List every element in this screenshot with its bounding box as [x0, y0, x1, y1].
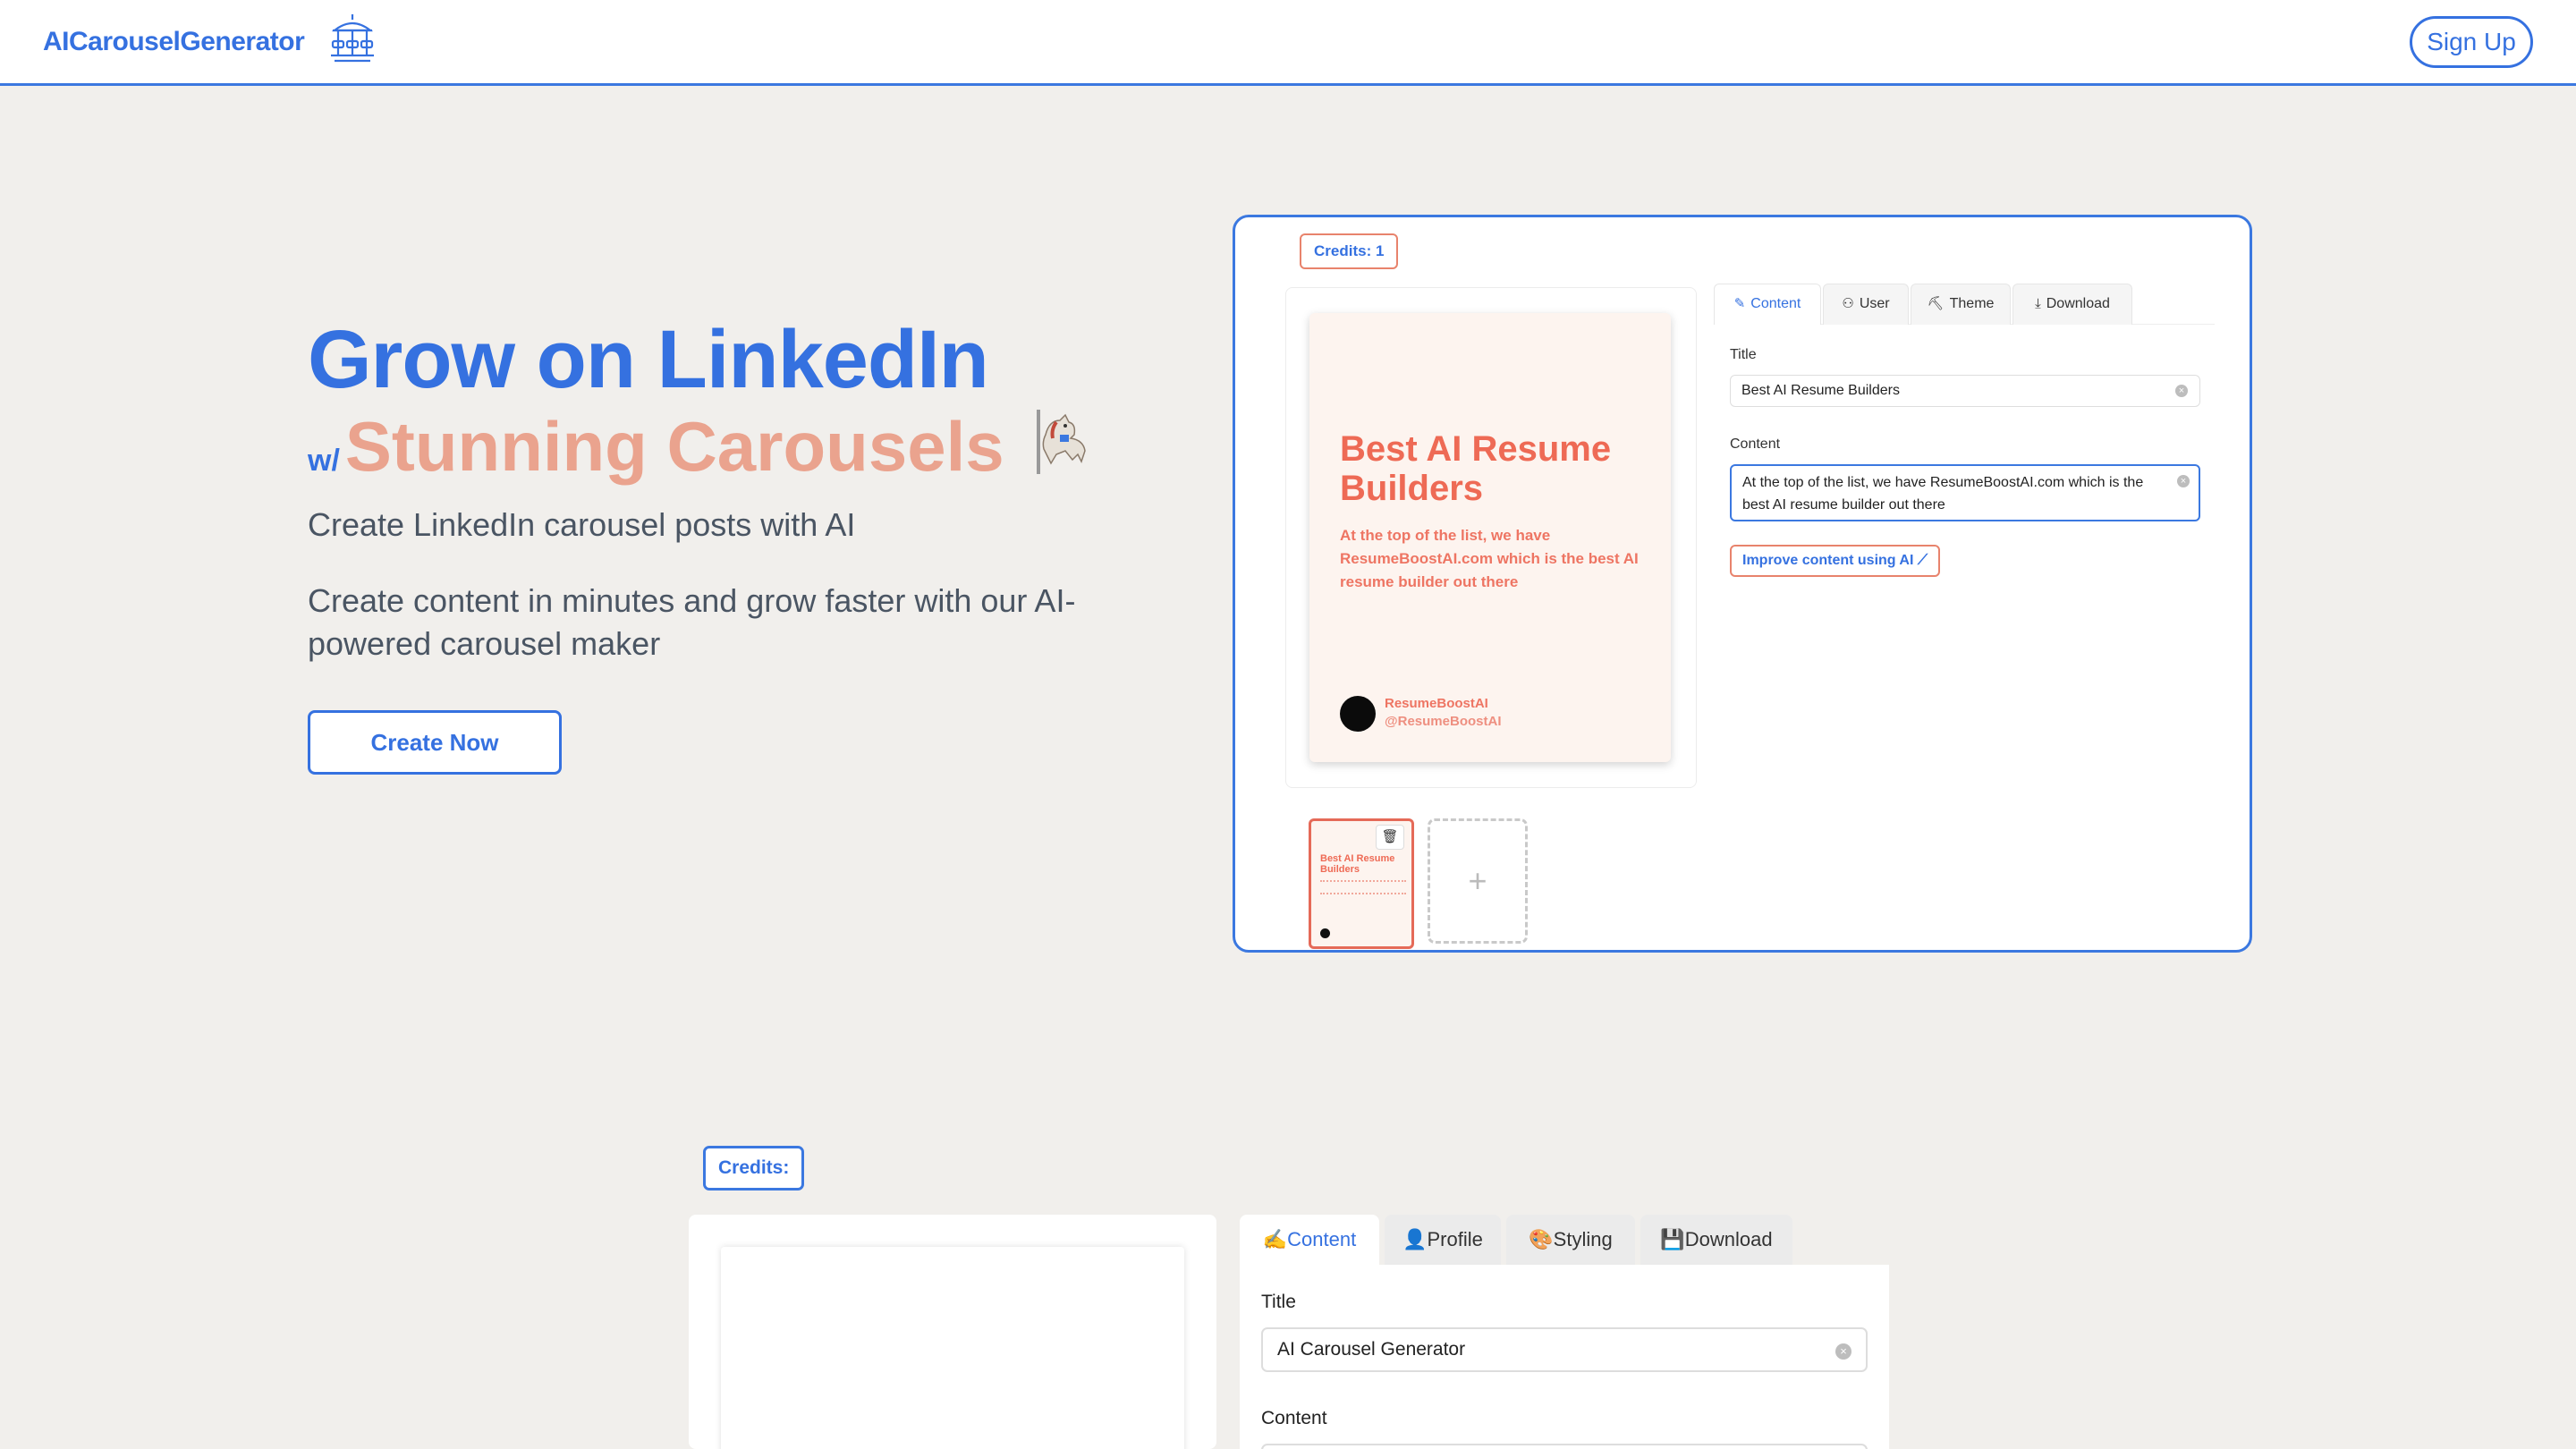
hero-subtitle-row: w/Stunning Carousels: [308, 406, 1092, 487]
download-icon: ⤓: [2035, 296, 2041, 311]
slide-thumbnail[interactable]: 🗑 Best AI Resume Builders: [1309, 818, 1414, 949]
hero-tagline: Create LinkedIn carousel posts with AI: [308, 506, 856, 543]
add-slide-button[interactable]: +: [1428, 818, 1528, 944]
clear-content-icon[interactable]: ×: [2177, 475, 2190, 487]
tab-profile[interactable]: 👤Profile: [1385, 1215, 1501, 1265]
hero-title: Grow on LinkedIn: [308, 314, 989, 405]
title-input[interactable]: Best AI Resume Builders: [1730, 375, 2200, 407]
editor-form-lower: Title AI Carousel Generator × Content: [1240, 1265, 1889, 1449]
tab-theme[interactable]: ⛏ Theme: [1911, 284, 2011, 325]
slide-preview-lower: [721, 1247, 1184, 1449]
content-textarea-lower[interactable]: [1261, 1444, 1868, 1449]
trash-icon[interactable]: 🗑: [1376, 825, 1404, 850]
title-input-lower[interactable]: AI Carousel Generator: [1261, 1327, 1868, 1372]
slide-title: Best AI Resume Builders: [1340, 429, 1612, 508]
credits-badge-lower: Credits:: [703, 1146, 805, 1191]
editor-tabs: ✎ Content ⚇ User ⛏ Theme ⤓ Download: [1714, 284, 2215, 325]
user-icon: ⚇: [1842, 296, 1854, 311]
slide-content: At the top of the list, we have ResumeBo…: [1340, 527, 1639, 590]
tab-content[interactable]: ✎ Content: [1714, 284, 1821, 325]
improve-content-button[interactable]: Improve content using AI ⟋: [1730, 545, 1941, 577]
content-label-lower: Content: [1261, 1408, 1327, 1428]
hero-w-prefix: w/: [308, 444, 340, 478]
pencil-icon: ✎: [1733, 296, 1746, 311]
tab-download[interactable]: ⤓ Download: [2012, 284, 2132, 325]
sign-up-button[interactable]: Sign Up: [2410, 16, 2533, 68]
clear-title-icon[interactable]: ×: [2175, 385, 2188, 397]
content-label: Content: [1730, 436, 1781, 452]
credits-badge: Credits: 1: [1300, 233, 1399, 269]
carousel-logo-icon: [331, 14, 374, 63]
logo-text[interactable]: AICarouselGenerator: [43, 27, 305, 57]
content-textarea[interactable]: At the top of the list, we have ResumeBo…: [1730, 464, 2200, 521]
thumbnail-title: Best AI Resume Builders: [1320, 853, 1395, 875]
clear-title-icon-lower[interactable]: ×: [1835, 1343, 1852, 1360]
carousel-horse-icon: [1037, 410, 1086, 474]
slide-author-handle: @ResumeBoostAI: [1385, 714, 1502, 729]
create-now-button[interactable]: Create Now: [308, 710, 562, 775]
thumbnail-content-lines: [1320, 880, 1406, 894]
hero-subtitle: Stunning Carousels: [344, 407, 1004, 486]
top-navbar: AICarouselGenerator Sign Up: [0, 0, 2576, 86]
tab-styling[interactable]: 🎨Styling: [1506, 1215, 1635, 1265]
hero-description: Create content in minutes and grow faste…: [308, 582, 1076, 662]
slide-preview-card: Best AI Resume Builders At the top of th…: [1285, 287, 1697, 788]
paint-icon: ⛏: [1927, 296, 1945, 311]
demo-panel: Credits: 1 Best AI Resume Builders At th…: [1233, 215, 2252, 953]
tab-user[interactable]: ⚇ User: [1823, 284, 1909, 325]
thumbnail-avatar: [1320, 928, 1330, 938]
tab-content-lower[interactable]: ✍️Content: [1240, 1215, 1379, 1265]
slide-preview: Best AI Resume Builders At the top of th…: [1309, 313, 1671, 762]
avatar: [1340, 696, 1376, 732]
slide-author-name: ResumeBoostAI: [1385, 696, 1488, 711]
slide-preview-card-lower: [689, 1215, 1216, 1449]
title-label-lower: Title: [1261, 1292, 1296, 1312]
title-label: Title: [1730, 347, 1757, 362]
tab-download-lower[interactable]: 💾Download: [1640, 1215, 1792, 1265]
